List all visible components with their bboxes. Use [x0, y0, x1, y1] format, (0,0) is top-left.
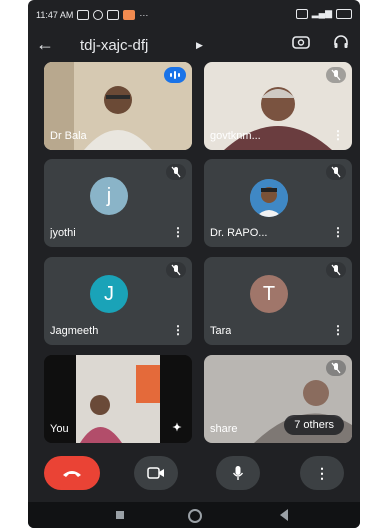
participant-name: You — [50, 423, 69, 435]
participant-tile-dr-bala[interactable]: Dr Bala — [44, 62, 192, 150]
video-button[interactable] — [134, 456, 178, 490]
participant-tile-you[interactable]: You ✦ — [44, 355, 192, 443]
caret-right-icon[interactable]: ▶ — [196, 40, 203, 51]
notification-icon — [77, 10, 90, 20]
status-bar: 11:47 AM ··· ▂▄▆ — [28, 0, 360, 30]
home-icon[interactable] — [188, 509, 202, 523]
cast-icon — [295, 8, 308, 19]
participant-name: Dr Bala — [50, 130, 87, 142]
status-time: 11:47 AM — [36, 10, 74, 20]
more-vert-icon[interactable]: ⋮ — [332, 226, 344, 238]
avatar: j — [90, 177, 128, 215]
mic-off-icon — [326, 67, 346, 83]
mic-off-icon — [326, 262, 346, 278]
participant-name: Jagmeeth — [50, 325, 99, 337]
speaking-indicator-icon — [164, 67, 186, 83]
participant-tile-jagmeeth[interactable]: J Jagmeeth ⋮ — [44, 257, 192, 345]
battery-icon — [336, 8, 352, 19]
others-count-badge[interactable]: 7 others — [284, 415, 344, 435]
end-call-button[interactable] — [44, 456, 100, 490]
video-icon — [147, 467, 164, 479]
participant-name: govtknm... — [210, 130, 261, 142]
participant-name: Dr. RAPO... — [210, 227, 268, 239]
android-nav-bar — [28, 502, 360, 528]
signal-icon: ▂▄▆ — [311, 8, 332, 18]
participant-tile-dr-rapo[interactable]: Dr. RAPO... ⋮ — [204, 159, 352, 247]
participant-name: share — [210, 423, 238, 435]
mic-off-icon — [326, 164, 346, 180]
headphones-icon[interactable] — [333, 34, 349, 55]
nav-back-icon[interactable] — [280, 509, 288, 521]
top-bar: ← tdj-xajc-dfj ▶ — [28, 30, 360, 64]
participant-tile-govtknm[interactable]: govtknm... ⋮ — [204, 62, 352, 150]
meet-app-screen: 11:47 AM ··· ▂▄▆ ← tdj-xajc-dfj ▶ Dr Bal… — [28, 0, 360, 528]
end-call-icon — [63, 471, 81, 477]
app-notification-icon — [123, 10, 136, 20]
message-icon — [107, 10, 120, 20]
participant-tile-share[interactable]: share 7 others — [204, 355, 352, 443]
meeting-title[interactable]: tdj-xajc-dfj — [80, 37, 148, 54]
more-options-button[interactable]: ⋮ — [300, 456, 344, 490]
avatar: J — [90, 275, 128, 313]
back-arrow-icon[interactable]: ← — [36, 34, 54, 55]
mic-off-icon — [166, 164, 186, 180]
more-vert-icon[interactable]: ⋮ — [172, 324, 184, 336]
whatsapp-icon — [93, 10, 104, 20]
more-vert-icon[interactable]: ⋮ — [332, 129, 344, 141]
recents-icon[interactable] — [116, 511, 124, 519]
mic-off-icon — [326, 360, 346, 376]
participant-name: Tara — [210, 325, 232, 337]
mic-off-icon — [166, 262, 186, 278]
more-vert-icon: ⋮ — [315, 464, 329, 481]
more-vert-icon[interactable]: ⋮ — [172, 226, 184, 238]
participant-tile-jyothi[interactable]: j jyothi ⋮ — [44, 159, 192, 247]
participant-name: jyothi — [50, 227, 76, 239]
call-controls: ⋮ — [28, 456, 360, 494]
avatar: T — [250, 275, 288, 313]
status-more: ··· — [139, 10, 149, 20]
effects-sparkle-icon[interactable]: ✦ — [172, 422, 182, 434]
more-vert-icon[interactable]: ⋮ — [332, 324, 344, 336]
mic-icon — [232, 466, 244, 480]
avatar-photo — [250, 179, 288, 217]
mic-button[interactable] — [216, 456, 260, 490]
participant-tile-tara[interactable]: T Tara ⋮ — [204, 257, 352, 345]
camera-switch-icon[interactable] — [292, 34, 310, 55]
